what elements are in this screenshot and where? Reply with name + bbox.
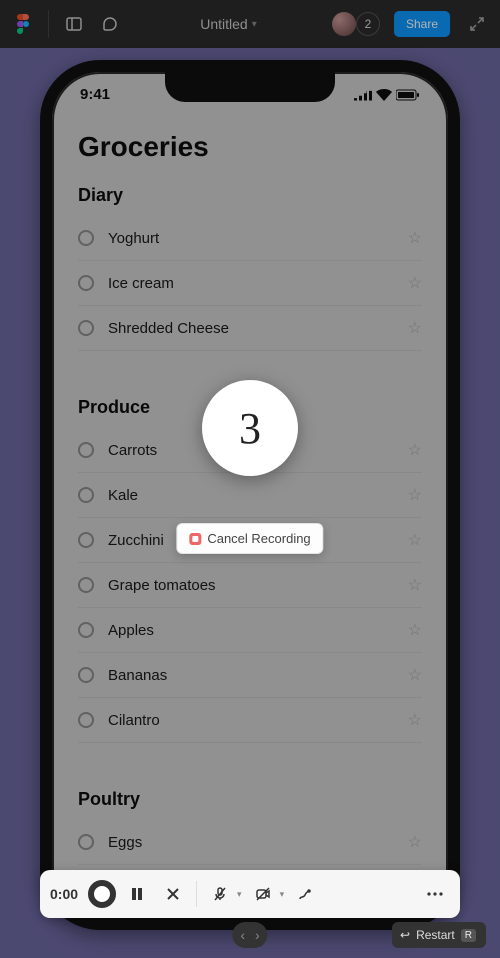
checkbox-circle-icon[interactable] (78, 230, 94, 246)
mic-menu-caret[interactable]: ▾ (237, 889, 242, 900)
phone-notch (165, 72, 335, 102)
avatar[interactable] (332, 12, 356, 36)
list-item[interactable]: Bananas ☆ (78, 653, 422, 698)
chevron-down-icon: ▾ (252, 19, 257, 30)
checkbox-circle-icon[interactable] (78, 712, 94, 728)
list-item-label: Grape tomatoes (108, 577, 388, 594)
list-item[interactable]: Apples ☆ (78, 608, 422, 653)
list-item-label: Eggs (108, 834, 388, 851)
next-frame-icon[interactable]: › (255, 927, 260, 943)
list-item[interactable]: Cilantro ☆ (78, 698, 422, 743)
star-icon[interactable]: ☆ (402, 228, 422, 248)
star-icon[interactable]: ☆ (402, 832, 422, 852)
camera-button[interactable] (248, 879, 278, 909)
frame-nav[interactable]: ‹ › (232, 922, 267, 948)
star-icon[interactable]: ☆ (402, 440, 422, 460)
prototype-canvas: 9:41 Groceries DiaryYoghurt☆Ice cream☆Sh… (0, 48, 500, 958)
stop-icon (189, 533, 201, 545)
checkbox-circle-icon[interactable] (78, 577, 94, 593)
phone-frame: 9:41 Groceries DiaryYoghurt☆Ice cream☆Sh… (40, 60, 460, 930)
section-header: Diary (78, 185, 422, 206)
list-item-label: Apples (108, 622, 388, 639)
cellular-icon (354, 89, 372, 101)
status-clock: 9:41 (80, 86, 110, 103)
checkbox-circle-icon[interactable] (78, 532, 94, 548)
player-time: 0:00 (50, 886, 78, 902)
star-icon[interactable]: ☆ (402, 710, 422, 730)
figma-topbar: Untitled ▾ 2 Share (0, 0, 500, 48)
record-button[interactable] (88, 880, 116, 908)
restart-shortcut: R (461, 929, 476, 942)
prev-frame-icon[interactable]: ‹ (240, 927, 245, 943)
section-header: Poultry (78, 789, 422, 810)
figma-logo-icon[interactable] (8, 9, 38, 39)
comments-icon[interactable] (95, 9, 125, 39)
list-item[interactable]: Shredded Cheese ☆ (78, 306, 422, 351)
list-item-label: Kale (108, 487, 388, 504)
checkbox-circle-icon[interactable] (78, 275, 94, 291)
checkbox-circle-icon[interactable] (78, 320, 94, 336)
checkbox-circle-icon[interactable] (78, 487, 94, 503)
list-item[interactable]: Ice cream ☆ (78, 261, 422, 306)
list-item[interactable]: Eggs ☆ (78, 820, 422, 865)
share-button[interactable]: Share (394, 11, 450, 37)
app-screen: Groceries DiaryYoghurt☆Ice cream☆Shredde… (52, 103, 448, 930)
star-icon[interactable]: ☆ (402, 530, 422, 550)
pause-button[interactable] (122, 879, 152, 909)
star-icon[interactable]: ☆ (402, 575, 422, 595)
separator (48, 10, 49, 38)
viewer-count[interactable]: 2 (356, 12, 380, 36)
panel-toggle-icon[interactable] (59, 9, 89, 39)
star-icon[interactable]: ☆ (402, 620, 422, 640)
cancel-recording-label: Cancel Recording (207, 531, 310, 546)
checkbox-circle-icon[interactable] (78, 667, 94, 683)
document-title-text: Untitled (200, 16, 247, 32)
more-button[interactable] (420, 879, 450, 909)
checkbox-circle-icon[interactable] (78, 834, 94, 850)
document-title[interactable]: Untitled ▾ (200, 16, 257, 32)
player-bar: 0:00 ▾ ▾ (40, 870, 460, 918)
checkbox-circle-icon[interactable] (78, 622, 94, 638)
draw-button[interactable] (290, 879, 320, 909)
restart-label: Restart (416, 928, 455, 942)
list-item-label: Ice cream (108, 275, 388, 292)
list-item[interactable]: Kale ☆ (78, 473, 422, 518)
restart-icon: ↩ (400, 928, 410, 942)
divider (196, 881, 197, 907)
restart-button[interactable]: ↩ Restart R (392, 922, 486, 948)
list-item-label: Cilantro (108, 712, 388, 729)
list-item[interactable]: Yoghurt ☆ (78, 216, 422, 261)
close-button[interactable] (158, 879, 188, 909)
recording-countdown: 3 (202, 380, 298, 476)
star-icon[interactable]: ☆ (402, 665, 422, 685)
list-item[interactable]: Grape tomatoes ☆ (78, 563, 422, 608)
star-icon[interactable]: ☆ (402, 273, 422, 293)
checkbox-circle-icon[interactable] (78, 442, 94, 458)
star-icon[interactable]: ☆ (402, 318, 422, 338)
mic-button[interactable] (205, 879, 235, 909)
camera-menu-caret[interactable]: ▾ (280, 889, 285, 900)
list-item-label: Yoghurt (108, 230, 388, 247)
present-expand-icon[interactable] (462, 9, 492, 39)
list-item-label: Shredded Cheese (108, 320, 388, 337)
wifi-icon (376, 89, 392, 101)
cancel-recording-button[interactable]: Cancel Recording (176, 523, 323, 554)
page-title: Groceries (78, 131, 422, 163)
battery-icon (396, 89, 420, 101)
list-item-label: Bananas (108, 667, 388, 684)
star-icon[interactable]: ☆ (402, 485, 422, 505)
